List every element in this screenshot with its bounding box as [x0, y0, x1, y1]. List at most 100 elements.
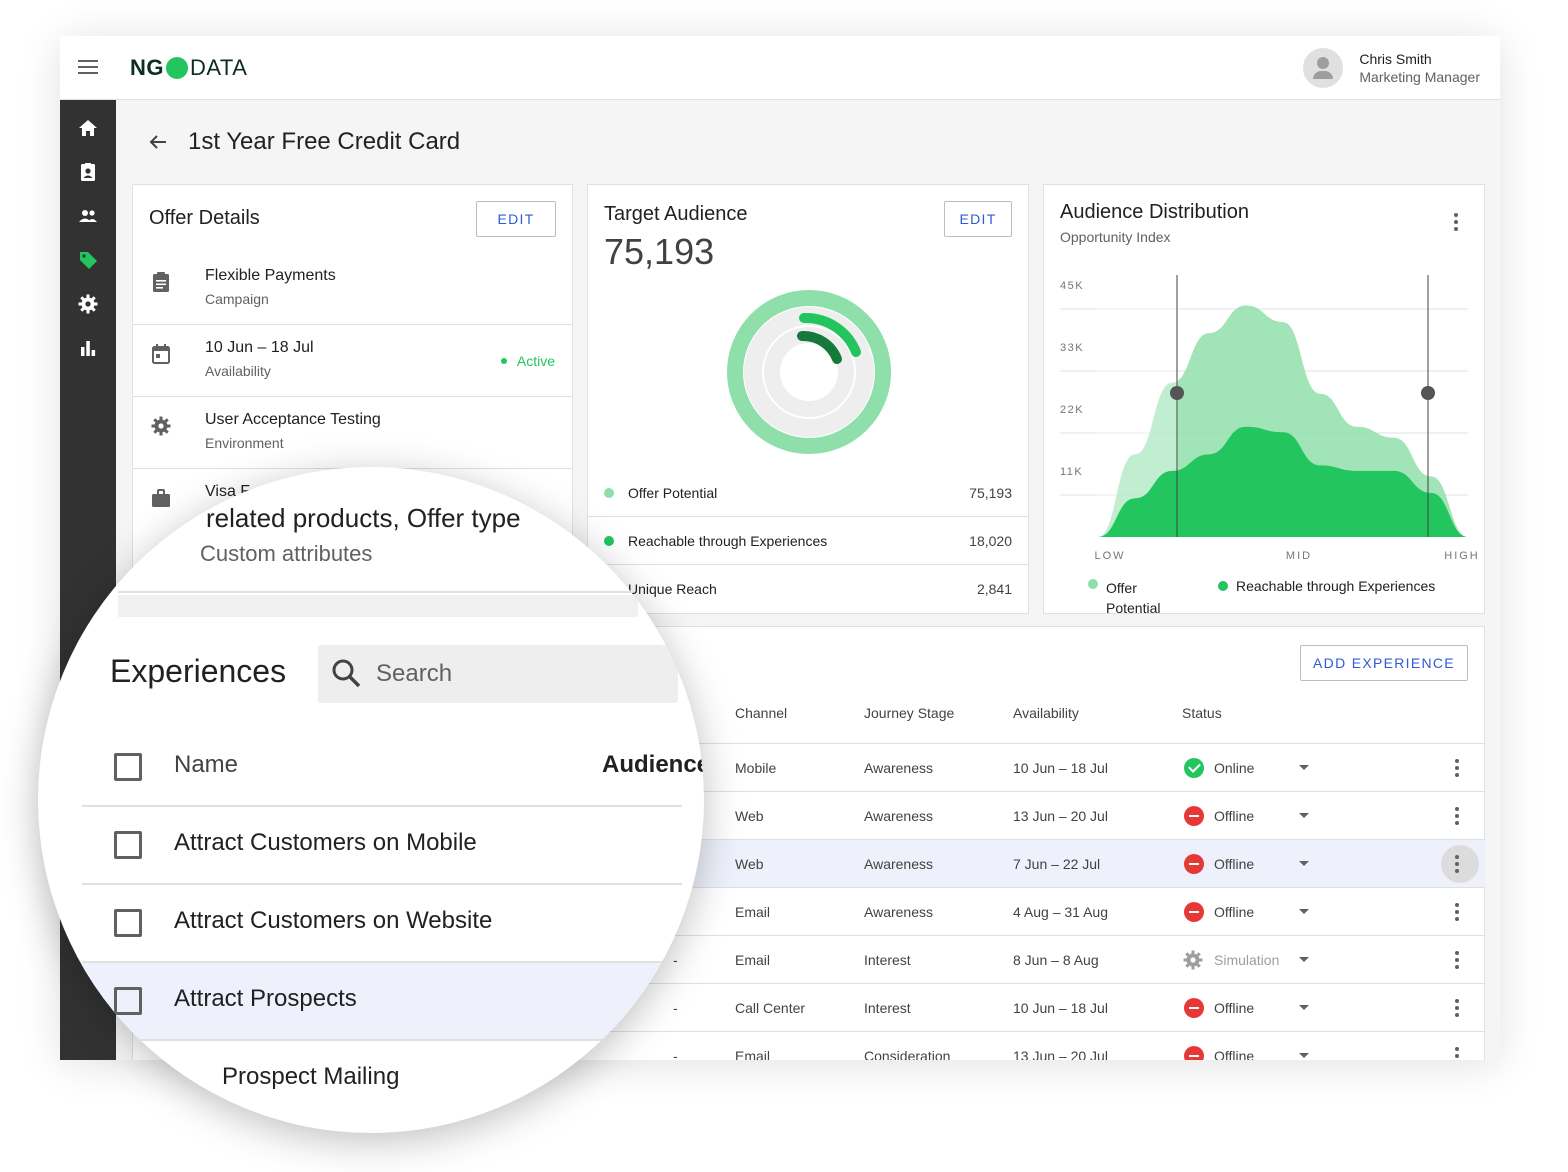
row-checkbox[interactable] [114, 831, 142, 859]
magnified-list-item[interactable]: Attract Prospects [82, 963, 682, 1041]
y-tick-label: 45K [1060, 280, 1084, 292]
status-dropdown-caret-icon[interactable] [1299, 861, 1309, 866]
offer-row-secondary: Availability [205, 363, 271, 379]
row-checkbox[interactable] [114, 1065, 142, 1093]
column-header-name[interactable]: Name [174, 751, 238, 779]
magnified-list-item[interactable]: Prospect Mailing [82, 1041, 682, 1119]
cell-journey-stage: Interest [864, 952, 911, 968]
home-icon[interactable] [78, 118, 98, 138]
magnified-list-item[interactable]: Attract Customers on Mobile [82, 807, 682, 885]
audience-donut-chart [727, 290, 891, 454]
offer-row-campaign[interactable]: Flexible Payments Campaign [133, 253, 573, 325]
row-more-options-icon[interactable] [1455, 999, 1459, 1017]
row-checkbox[interactable] [114, 909, 142, 937]
status-dropdown-caret-icon[interactable] [1299, 765, 1309, 770]
row-more-options-icon[interactable] [1455, 759, 1459, 777]
cell-journey-stage: Awareness [864, 760, 934, 776]
offer-row-primary: Flexible Payments [205, 267, 336, 284]
cell-status: Offline [1214, 856, 1255, 872]
audience-edit-button[interactable]: EDIT [944, 201, 1012, 237]
offer-row-secondary: Campaign [205, 291, 269, 307]
legend-value: 18,020 [969, 533, 1012, 549]
cell-channel: Call Center [735, 1000, 806, 1016]
offer-edit-button[interactable]: EDIT [476, 201, 556, 237]
cell-journey-stage: Awareness [864, 808, 934, 824]
minus-circle-icon [1184, 806, 1204, 826]
row-checkbox[interactable] [114, 987, 142, 1015]
page-header: 1st Year Free Credit Card [148, 128, 460, 156]
cell-status: Online [1214, 760, 1255, 776]
status-dropdown-caret-icon[interactable] [1299, 813, 1309, 818]
distribution-subtitle: Opportunity Index [1060, 229, 1171, 245]
row-more-options-icon[interactable] [1455, 807, 1459, 825]
row-more-options-icon[interactable] [1455, 1047, 1459, 1060]
minus-circle-icon [1184, 998, 1204, 1018]
status-dropdown-caret-icon[interactable] [1299, 1053, 1309, 1058]
column-header-journey-stage[interactable]: Journey Stage [864, 705, 954, 721]
hamburger-menu-icon[interactable] [78, 60, 98, 76]
legend-dot [1218, 581, 1228, 591]
x-tick-label: LOW [1094, 550, 1125, 562]
clipboard-icon [153, 272, 169, 292]
column-header-channel[interactable]: Channel [735, 705, 787, 721]
user-profile[interactable]: Chris Smith Marketing Manager [1303, 48, 1480, 88]
offer-details-title: Offer Details [149, 207, 260, 229]
offer-row-environment[interactable]: User Acceptance Testing Environment [133, 397, 573, 469]
divider [118, 591, 638, 593]
cell-availability: 8 Jun – 8 Aug [1013, 952, 1099, 968]
add-experience-button[interactable]: ADD EXPERIENCE [1300, 645, 1468, 681]
cell-availability: 10 Jun – 18 Jul [1013, 760, 1108, 776]
cell-status: Offline [1214, 808, 1255, 824]
people-icon[interactable] [78, 206, 98, 226]
row-more-options-icon[interactable] [1455, 855, 1459, 873]
gear-icon[interactable] [78, 294, 98, 314]
logo-dot-icon [166, 57, 188, 79]
minus-circle-icon [1184, 1046, 1204, 1060]
cell-status: Offline [1214, 1048, 1255, 1060]
status-badge: Active [501, 353, 555, 369]
column-header-availability[interactable]: Availability [1013, 705, 1079, 721]
page-title: 1st Year Free Credit Card [188, 128, 461, 155]
minus-circle-icon [1184, 854, 1204, 874]
row-more-options-icon[interactable] [1455, 903, 1459, 921]
distribution-area-chart: 45K 33K 22K 11K LOW MID HIGH [1060, 275, 1480, 562]
ngdata-logo[interactable]: NG DATA [130, 54, 247, 82]
legend-offer-line2: Potential [1106, 600, 1161, 616]
legend-reachable-label: Reachable through Experiences [1236, 578, 1436, 594]
avatar-icon[interactable] [1303, 48, 1344, 88]
experience-name: Attract Customers on Website [174, 907, 493, 934]
select-all-checkbox[interactable] [114, 753, 142, 781]
cell-channel: Mobile [735, 760, 777, 776]
target-audience-title: Target Audience [604, 203, 748, 225]
status-dropdown-caret-icon[interactable] [1299, 909, 1309, 914]
magnified-header-row: Name Audience [82, 729, 704, 807]
search-input[interactable]: Search [318, 645, 678, 703]
cell-availability: 13 Jun – 20 Jul [1013, 1048, 1108, 1060]
range-handle-knob [1421, 386, 1435, 400]
magnifier-lens: related products, Offer type Custom attr… [38, 467, 704, 1133]
cell-journey-stage: Awareness [864, 856, 934, 872]
y-tick-label: 22K [1060, 404, 1084, 416]
column-header-audience[interactable]: Audience [602, 751, 704, 779]
offer-row-availability[interactable]: 10 Jun – 18 Jul Availability Active [133, 325, 573, 397]
cell-status: Simulation [1214, 952, 1280, 968]
cell-availability: 13 Jun – 20 Jul [1013, 808, 1108, 824]
bar-chart-icon[interactable] [78, 338, 98, 358]
offer-row-primary: 10 Jun – 18 Jul [205, 339, 314, 356]
column-header-status[interactable]: Status [1182, 705, 1222, 721]
magnified-list-item[interactable]: Attract Customers on Website [82, 885, 682, 963]
minus-circle-icon [1184, 902, 1204, 922]
magnified-related-products: related products, Offer type [206, 503, 521, 533]
more-options-icon[interactable] [1454, 213, 1458, 231]
row-more-options-icon[interactable] [1455, 951, 1459, 969]
x-tick-label: HIGH [1444, 550, 1480, 562]
cell-channel: Email [735, 904, 771, 920]
status-dropdown-caret-icon[interactable] [1299, 957, 1309, 962]
experience-name: Prospect Mailing [222, 1063, 400, 1090]
cell-journey-stage: Interest [864, 1000, 911, 1016]
search-icon [332, 659, 361, 688]
status-dropdown-caret-icon[interactable] [1299, 1005, 1309, 1010]
tag-icon[interactable] [78, 250, 98, 270]
back-arrow-icon[interactable] [148, 132, 168, 152]
contact-badge-icon[interactable] [78, 162, 98, 182]
